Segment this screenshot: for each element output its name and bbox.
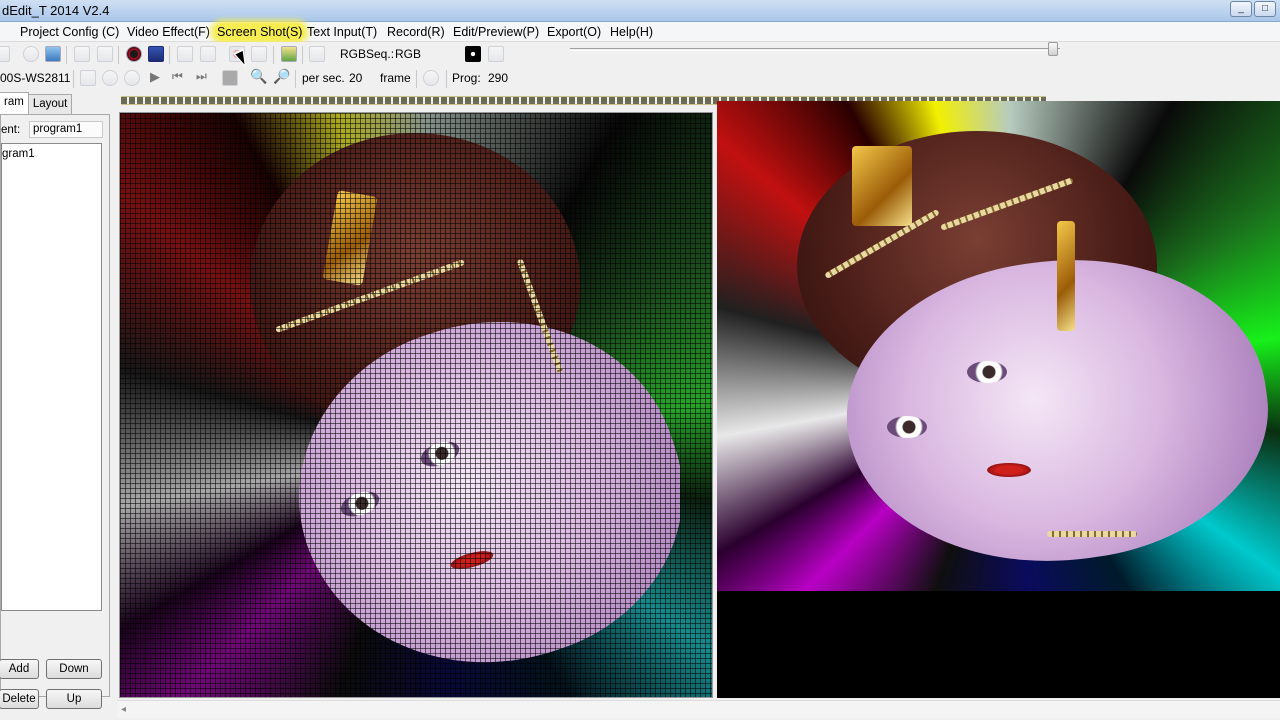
block-icon[interactable] xyxy=(222,70,238,86)
open-icon[interactable] xyxy=(0,46,10,62)
prev-icon[interactable]: ⏮ xyxy=(172,69,183,84)
led-matrix-canvas[interactable] xyxy=(119,112,713,698)
menu-project-config[interactable]: Project Config (C) xyxy=(18,24,121,40)
main-toolbar: RGBSeq.: RGB xyxy=(0,42,1280,67)
per-sec-label: per sec. xyxy=(302,71,345,85)
preview-canvas[interactable] xyxy=(717,101,1280,698)
horizontal-scrollbar[interactable]: ◂ xyxy=(117,700,1280,718)
editor-stage xyxy=(117,92,1280,698)
edit-icon[interactable] xyxy=(309,46,325,62)
window-title: dEdit_T 2014 V2.4 xyxy=(2,3,110,18)
tab-layout[interactable]: Layout xyxy=(27,94,73,114)
folder-icon[interactable] xyxy=(281,46,297,62)
current-program-field[interactable]: program1 xyxy=(29,121,103,138)
next-icon[interactable]: ⏭ xyxy=(196,69,207,84)
title-bar: dEdit_T 2014 V2.4 _ □ xyxy=(0,0,1280,22)
panel-tabs: ram Layout xyxy=(0,92,73,114)
pause-icon[interactable] xyxy=(124,70,140,86)
paste-icon[interactable] xyxy=(97,46,113,62)
menu-edit-preview[interactable]: Edit/Preview(P) xyxy=(451,24,541,40)
prog-label: Prog: xyxy=(452,71,481,85)
menu-help[interactable]: Help(H) xyxy=(608,24,655,40)
scroll-left-icon[interactable]: ◂ xyxy=(121,704,126,715)
child-photo xyxy=(757,111,1277,581)
menu-text-input[interactable]: Text Input(T) xyxy=(305,24,379,40)
minimize-button[interactable]: _ xyxy=(1230,1,1252,17)
stop-icon[interactable] xyxy=(251,46,267,62)
color-circle-icon[interactable] xyxy=(126,46,142,62)
delete-button[interactable]: Delete xyxy=(0,689,39,709)
film-icon[interactable] xyxy=(488,46,504,62)
window-controls: _ □ xyxy=(1230,1,1276,17)
rgbseq-label: RGBSeq.: xyxy=(340,47,395,61)
clock-icon[interactable] xyxy=(423,70,439,86)
menu-bar: Project Config (C) Video Effect(F) Scree… xyxy=(0,22,1280,42)
menu-video-effect[interactable]: Video Effect(F) xyxy=(125,24,212,40)
tab-program[interactable]: ram xyxy=(0,92,29,114)
screen-icon[interactable] xyxy=(148,46,164,62)
down-button[interactable]: Down xyxy=(46,659,102,679)
settings-icon[interactable] xyxy=(23,46,39,62)
panel-body: ent: program1 gram1 Add Down Delete Up xyxy=(0,114,110,709)
color-swatch-icon[interactable] xyxy=(465,46,481,62)
add-button[interactable]: Add xyxy=(0,659,39,679)
menu-screen-shot[interactable]: Screen Shot(S) xyxy=(215,24,305,40)
zoom-out-icon[interactable]: 🔎 xyxy=(273,68,290,85)
screenshot-icon[interactable] xyxy=(200,46,216,62)
frame-label: frame xyxy=(380,71,411,85)
timeline-slider-track[interactable] xyxy=(570,48,1060,51)
timeline-slider-thumb[interactable] xyxy=(1048,42,1058,56)
up-button[interactable]: Up xyxy=(46,689,102,709)
zoom-in-icon[interactable]: 🔍 xyxy=(250,68,267,85)
program-panel: ram Layout ent: program1 gram1 Add Down … xyxy=(0,92,112,709)
menu-export[interactable]: Export(O) xyxy=(545,24,603,40)
current-label: ent: xyxy=(1,124,21,136)
playback-toolbar: 00S-WS2811 ▶ ⏮ ⏭ 🔍 🔎 per sec. 20 frame P… xyxy=(0,66,1280,91)
maximize-button[interactable]: □ xyxy=(1254,1,1276,17)
prog-value[interactable]: 290 xyxy=(488,71,508,85)
led-grid-overlay xyxy=(120,113,712,697)
program-list[interactable]: gram1 xyxy=(1,143,102,611)
film-icon[interactable] xyxy=(80,70,96,86)
stop-icon[interactable] xyxy=(102,70,118,86)
per-sec-value[interactable]: 20 xyxy=(349,71,362,85)
chip-type-label[interactable]: 00S-WS2811 xyxy=(0,71,70,85)
rgbseq-value[interactable]: RGB xyxy=(395,47,421,61)
capture-icon[interactable] xyxy=(177,46,193,62)
image-icon[interactable] xyxy=(45,46,61,62)
copy-icon[interactable] xyxy=(74,46,90,62)
list-item[interactable]: gram1 xyxy=(2,148,35,160)
menu-record[interactable]: Record(R) xyxy=(385,24,447,40)
play-icon[interactable]: ▶ xyxy=(150,69,160,85)
